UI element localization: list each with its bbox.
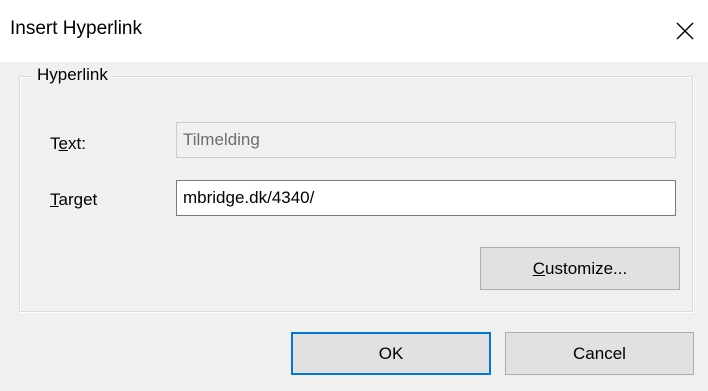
dialog-title: Insert Hyperlink [10, 18, 142, 39]
cancel-button[interactable]: Cancel [505, 332, 694, 375]
title-bar: Insert Hyperlink [0, 0, 708, 62]
target-label-mnemonic: T [50, 190, 59, 209]
customize-label: ustomize... [545, 258, 628, 278]
ok-label: OK [378, 343, 404, 363]
text-label-mnemonic: e [58, 134, 68, 153]
groupbox-label: Hyperlink [33, 65, 112, 85]
text-label: Text: [50, 134, 86, 153]
close-icon [676, 22, 694, 40]
close-button[interactable] [662, 0, 708, 62]
text-field: Tilmelding [176, 122, 676, 158]
cancel-label: Cancel [573, 343, 626, 363]
target-field-value: mbridge.dk/4340/ [183, 188, 315, 207]
customize-button[interactable]: Customize... [480, 247, 680, 290]
insert-hyperlink-dialog: Insert Hyperlink Hyperlink Text: Tilmeld… [0, 0, 708, 391]
text-field-value: Tilmelding [183, 130, 260, 149]
target-field[interactable]: mbridge.dk/4340/ [176, 180, 676, 216]
ok-button[interactable]: OK [291, 332, 491, 375]
customize-mnemonic: C [532, 258, 546, 278]
target-label: Target [50, 190, 98, 209]
